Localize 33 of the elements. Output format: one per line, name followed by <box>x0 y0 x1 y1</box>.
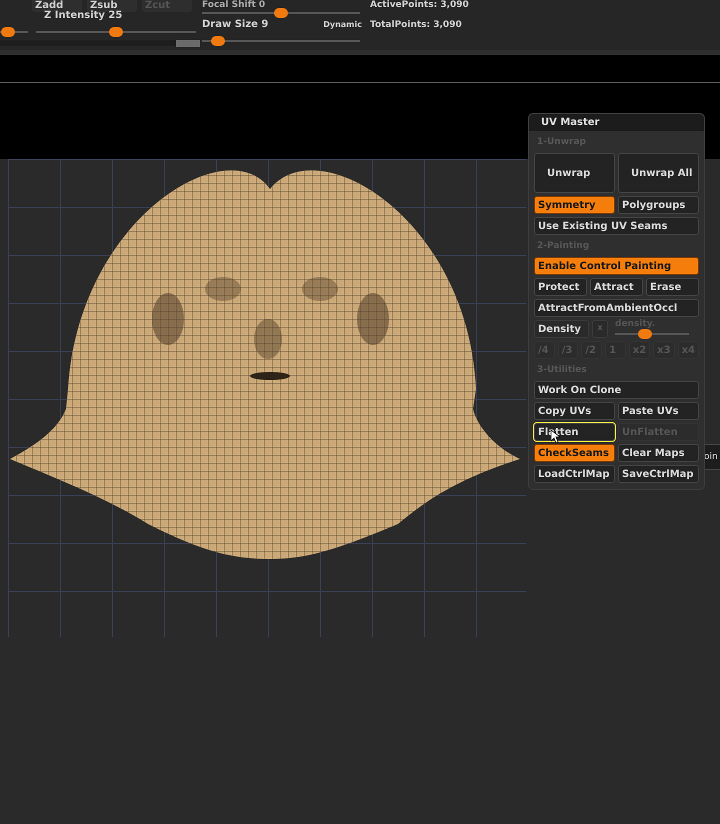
slider-label: Z Intensity 25 <box>43 9 124 23</box>
panel-button[interactable]: Protect <box>534 278 587 296</box>
panel-button[interactable]: LoadCtrlMap <box>534 465 615 483</box>
panel-button[interactable]: Symmetry <box>534 196 615 214</box>
panel-button[interactable]: Work On Clone <box>534 381 699 399</box>
point-count: ActivePoints: 3,090 <box>370 0 469 10</box>
toolbar-button[interactable]: Zadd <box>32 0 82 12</box>
panel-title[interactable]: UV Master <box>529 114 704 131</box>
slider-label: Draw Size 9 <box>202 18 268 32</box>
panel-button[interactable]: Erase <box>646 278 699 296</box>
slider-thumb[interactable] <box>638 329 652 339</box>
slider-thumb[interactable] <box>210 36 225 46</box>
panel-button[interactable]: Paste UVs <box>618 402 699 420</box>
panel-button[interactable]: Attract <box>590 278 643 296</box>
scrollbar-thumb[interactable] <box>176 40 200 47</box>
panel-button[interactable]: SaveCtrlMap <box>618 465 699 483</box>
panel-button[interactable]: AttractFromAmbientOccl <box>534 299 699 317</box>
panel-button[interactable]: Clear Maps <box>618 444 699 462</box>
dynamic-label[interactable]: Dynamic <box>323 19 362 31</box>
panel-button[interactable]: Unwrap <box>534 153 615 193</box>
panel-button[interactable]: Unwrap All <box>618 153 699 193</box>
panel-button[interactable]: CheckSeams <box>534 444 615 462</box>
slider-thumb[interactable] <box>109 27 123 37</box>
panel-button[interactable]: Polygroups <box>618 196 699 214</box>
panel-button[interactable]: Copy UVs <box>534 402 615 420</box>
slider-thumb[interactable] <box>274 8 288 18</box>
panel-button[interactable]: Enable Control Painting <box>534 257 699 275</box>
panel-button[interactable]: Use Existing UV Seams <box>534 217 699 235</box>
slider-label: Focal Shift 0 <box>202 0 266 10</box>
point-count: TotalPoints: 3,090 <box>370 20 463 30</box>
slider-thumb[interactable] <box>0 27 15 37</box>
toolbar-button[interactable]: Zsub <box>87 0 137 12</box>
density-button[interactable]: Density <box>534 320 589 338</box>
